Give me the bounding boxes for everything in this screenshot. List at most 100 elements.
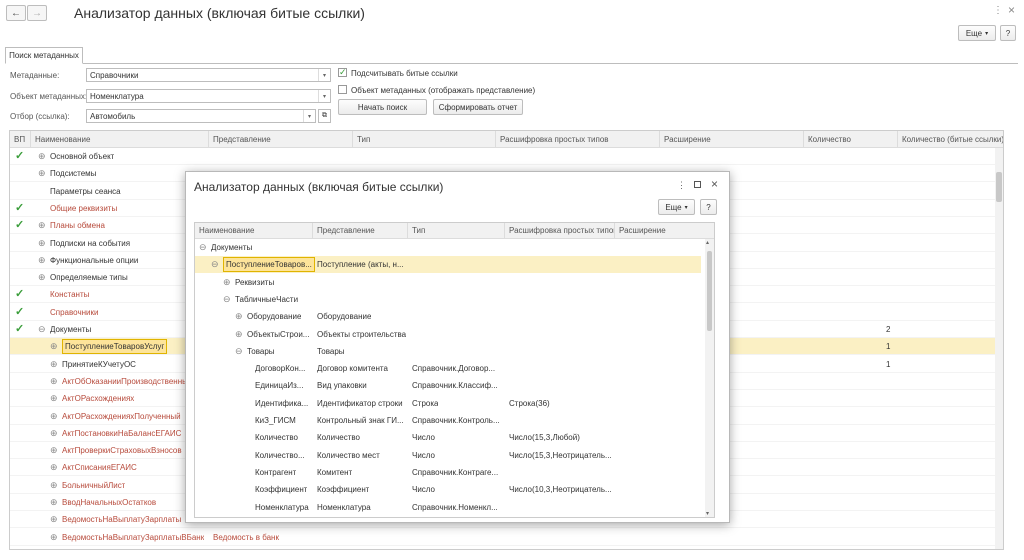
dialog-table-row[interactable]: ⊕ Оборудование Оборудование xyxy=(195,308,701,325)
close-icon[interactable]: × xyxy=(1008,3,1015,17)
header-vp[interactable]: ВП xyxy=(10,131,31,148)
dialog-table-row[interactable]: Номенклатура Номенклатура Справочник.Номен… xyxy=(195,499,701,516)
scroll-down-icon[interactable]: ▾ xyxy=(706,510,709,517)
table-row[interactable]: ✓ ⊕ Основной объект xyxy=(10,148,1003,165)
scroll-up-icon[interactable]: ▴ xyxy=(706,239,709,246)
row-name: ПоступлениеТоваровУслуг xyxy=(62,338,168,355)
header-type[interactable]: Тип xyxy=(353,131,496,148)
maximize-icon[interactable] xyxy=(694,181,701,188)
build-report-button[interactable]: Сформировать отчет xyxy=(433,99,523,115)
count-broken-checkbox[interactable]: ✓ xyxy=(338,68,347,77)
object-value: Номенклатура xyxy=(90,92,144,101)
metadata-field[interactable]: Справочники ▾ xyxy=(86,68,331,82)
row-name: АктПостановкиНаБалансЕГАИС xyxy=(62,428,182,438)
dialog-header-decode[interactable]: Расшифровка простых типов xyxy=(505,223,615,239)
filter-field[interactable]: Автомобиль ▾ xyxy=(86,109,316,123)
forward-button[interactable]: → xyxy=(27,5,47,21)
dialog-header-extension[interactable]: Расширение xyxy=(615,223,714,239)
expand-icon[interactable]: ⊕ xyxy=(223,274,231,291)
dialog-table-row[interactable]: ⊖ ТабличныеЧасти xyxy=(195,291,701,308)
metadata-object-checkbox[interactable] xyxy=(338,85,347,94)
dropdown-icon[interactable]: ▾ xyxy=(318,90,330,102)
dialog-header-representation[interactable]: Представление xyxy=(313,223,408,239)
dialog-tree-table[interactable]: Наименование Представление Тип Расшифров… xyxy=(194,222,715,518)
dialog-more-button[interactable]: Еще ▾ xyxy=(658,199,695,215)
row-name: Основной объект xyxy=(50,152,115,161)
more-options-icon[interactable]: ⋮ xyxy=(993,5,1003,16)
expand-icon[interactable]: ⊕ xyxy=(50,477,58,494)
dropdown-icon[interactable]: ▾ xyxy=(318,69,330,81)
expand-icon[interactable]: ⊕ xyxy=(50,338,58,355)
expand-icon[interactable]: ⊕ xyxy=(38,252,46,269)
dialog-table-row[interactable]: Количество Количество Число Число(15,3,Любо… xyxy=(195,429,701,446)
expand-icon[interactable]: ⊕ xyxy=(50,373,58,390)
tab-divider xyxy=(5,63,1018,64)
collapse-icon[interactable]: ⊖ xyxy=(223,291,231,308)
expand-icon[interactable]: ⊕ xyxy=(50,356,58,373)
collapse-icon[interactable]: ⊖ xyxy=(235,343,243,360)
dialog-close-icon[interactable]: × xyxy=(711,177,718,191)
more-button[interactable]: Еще ▾ xyxy=(958,25,996,41)
header-count[interactable]: Количество xyxy=(804,131,898,148)
dialog-table-row[interactable]: ЕдиницаИз... Вид упаковки Справочник.Класс… xyxy=(195,377,701,394)
collapse-icon[interactable]: ⊖ xyxy=(211,256,219,273)
dialog-table-row[interactable]: Идентифика... Идентификатор строки Строка С… xyxy=(195,395,701,412)
dialog-table-row[interactable]: ⊖ Товары Товары xyxy=(195,343,701,360)
dialog-more-label: Еще xyxy=(665,202,682,212)
main-scrollbar-thumb[interactable] xyxy=(996,172,1002,202)
expand-icon[interactable]: ⊕ xyxy=(38,165,46,182)
expand-icon[interactable]: ⊕ xyxy=(50,511,58,528)
dialog-row-representation: Коэффициент xyxy=(317,485,370,495)
row-name: Подписки на события xyxy=(50,238,131,248)
dialog-table-row[interactable]: Контрагент Комитент Справочник.Контраге... xyxy=(195,464,701,481)
header-extension[interactable]: Расширение xyxy=(660,131,804,148)
dialog-table-row[interactable]: КиЗ_ГИСМ Контрольный знак ГИ... Справочник… xyxy=(195,412,701,429)
expand-icon[interactable]: ⊕ xyxy=(50,425,58,442)
tab-metadata-search-label: Поиск метаданных xyxy=(9,51,79,60)
expand-icon[interactable]: ⊕ xyxy=(38,269,46,286)
dialog-scrollbar[interactable]: ▴ ▾ xyxy=(705,239,714,517)
dialog-table-row[interactable]: ⊖ ПоступлениеТоваров... Поступление (акты,… xyxy=(195,256,701,274)
dialog-table-row[interactable]: ⊕ Реквизиты xyxy=(195,274,701,291)
expand-icon[interactable]: ⊕ xyxy=(38,235,46,252)
dialog-table-row[interactable]: ⊕ ОбъектыСтрои... Объекты строительства xyxy=(195,326,701,343)
expand-icon[interactable]: ⊕ xyxy=(235,308,243,325)
dialog-more-icon[interactable]: ⋮ xyxy=(677,180,686,191)
dialog-scrollbar-thumb[interactable] xyxy=(707,251,712,331)
dialog-help-button[interactable]: ? xyxy=(700,199,717,215)
dialog-table-row[interactable]: Количество... Количество мест Число Число(1… xyxy=(195,447,701,464)
back-button[interactable]: ← xyxy=(6,5,26,21)
expand-icon[interactable]: ⊕ xyxy=(50,390,58,407)
dropdown-icon[interactable]: ▾ xyxy=(303,110,315,122)
collapse-icon[interactable]: ⊖ xyxy=(199,239,207,256)
dialog-row-representation: Номенклатура xyxy=(317,502,371,512)
start-search-button[interactable]: Начать поиск xyxy=(338,99,427,115)
dialog-table-row[interactable]: ДоговорКон... Договор комитента Справочник… xyxy=(195,360,701,377)
dialog-table-row[interactable]: ⊖ Документы xyxy=(195,239,701,256)
dialog-row-type: Число xyxy=(412,433,436,443)
table-row[interactable]: ⊕ ВедомостьНаВыплатуЗарплатыВБанк Ведомост… xyxy=(10,529,1003,546)
count-broken-label: Подсчитывать битые ссылки xyxy=(351,69,458,78)
header-name[interactable]: Наименование xyxy=(31,131,209,148)
expand-icon[interactable]: ⊕ xyxy=(50,494,58,511)
header-representation[interactable]: Представление xyxy=(209,131,353,148)
expand-icon[interactable]: ⊕ xyxy=(50,529,58,546)
expand-icon[interactable]: ⊕ xyxy=(50,459,58,476)
expand-icon[interactable]: ⊕ xyxy=(38,217,46,234)
expand-icon[interactable]: ⊕ xyxy=(50,442,58,459)
dialog-header-type[interactable]: Тип xyxy=(408,223,505,239)
dialog-table-row[interactable]: Коэффициент Коэффициент Число Число(10,3,Не… xyxy=(195,481,701,498)
expand-icon[interactable]: ⊕ xyxy=(235,326,243,343)
tab-metadata-search[interactable]: Поиск метаданных xyxy=(5,47,83,64)
help-button[interactable]: ? xyxy=(1000,25,1016,41)
dialog-row-name: КиЗ_ГИСМ xyxy=(255,416,296,425)
collapse-icon[interactable]: ⊖ xyxy=(38,321,46,338)
expand-icon[interactable]: ⊕ xyxy=(38,148,46,165)
header-decode[interactable]: Расшифровка простых типов xyxy=(496,131,660,148)
dialog-header-name[interactable]: Наименование xyxy=(195,223,313,239)
open-link-button[interactable]: ⧉ xyxy=(318,109,331,123)
header-broken-count[interactable]: Количество (битые ссылки) xyxy=(898,131,1003,148)
object-field[interactable]: Номенклатура ▾ xyxy=(86,89,331,103)
expand-icon[interactable]: ⊕ xyxy=(50,408,58,425)
main-scrollbar[interactable] xyxy=(995,148,1003,549)
